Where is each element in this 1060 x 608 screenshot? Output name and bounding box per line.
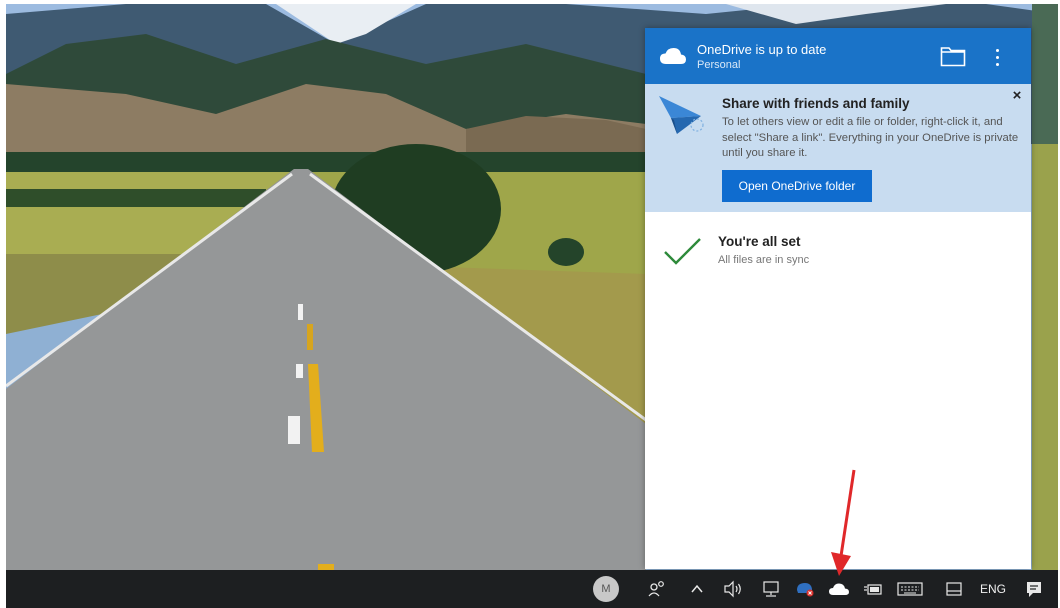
close-icon[interactable]: × — [1009, 88, 1025, 104]
avatar[interactable]: M — [593, 576, 619, 602]
sync-status-subtitle: All files are in sync — [718, 254, 810, 266]
sync-status-title: You're all set — [718, 234, 801, 249]
onedrive-account-label: Personal — [697, 59, 741, 71]
taskbar: M ENG — [6, 570, 1058, 608]
volume-icon[interactable] — [720, 570, 746, 608]
language-indicator[interactable]: ENG — [976, 570, 1010, 608]
chevron-up-icon[interactable] — [686, 570, 708, 608]
defender-icon[interactable] — [792, 570, 818, 608]
folder-icon — [940, 47, 966, 67]
share-banner-title: Share with friends and family — [722, 96, 910, 111]
tablet-mode-icon[interactable] — [942, 570, 966, 608]
battery-icon[interactable] — [860, 570, 886, 608]
open-onedrive-folder-button[interactable]: Open OneDrive folder — [722, 170, 872, 202]
cloud-icon — [659, 45, 687, 72]
people-icon[interactable] — [644, 570, 670, 608]
network-icon[interactable] — [758, 570, 784, 608]
onedrive-status-title: OneDrive is up to date — [697, 42, 827, 57]
more-options-icon[interactable] — [985, 44, 1009, 70]
open-folder-button[interactable] — [939, 44, 967, 68]
action-center-icon[interactable] — [1020, 570, 1048, 608]
onedrive-header: OneDrive is up to date Personal — [645, 28, 1031, 84]
keyboard-icon[interactable] — [896, 570, 924, 608]
paper-plane-icon — [657, 92, 707, 147]
share-banner: Share with friends and family To let oth… — [645, 84, 1031, 212]
annotation-arrow-icon — [831, 469, 856, 576]
language-label: ENG — [979, 582, 1006, 596]
share-banner-description: To let others view or edit a file or fol… — [722, 116, 1019, 159]
checkmark-icon — [663, 236, 703, 273]
